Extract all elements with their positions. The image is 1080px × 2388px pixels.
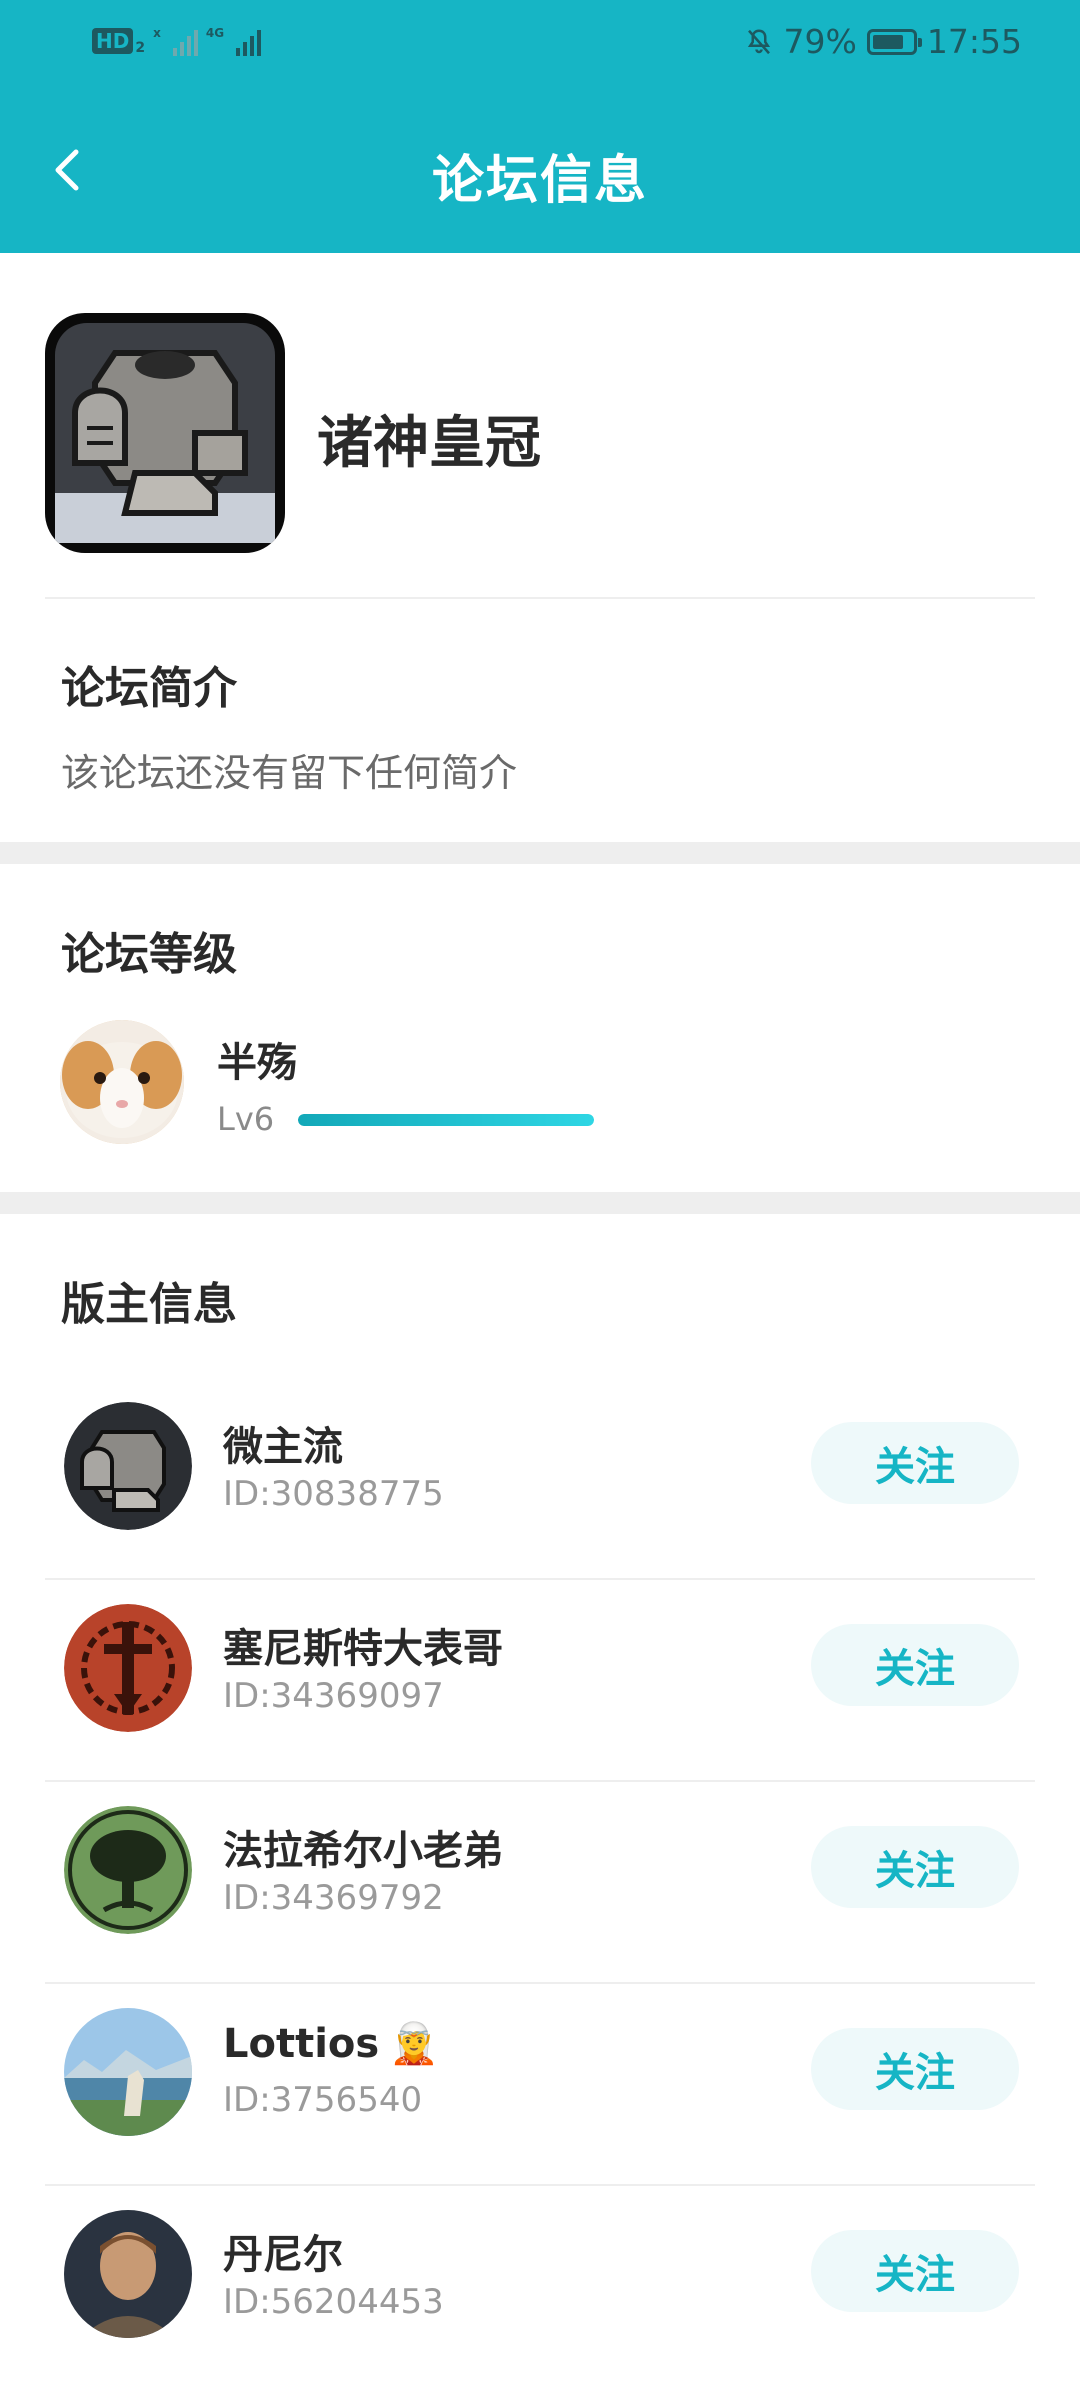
- page-title: 论坛信息: [431, 151, 648, 211]
- hd-badge: HD: [92, 28, 134, 54]
- forum-armor-icon: [45, 313, 285, 553]
- follow-button[interactable]: 关注: [811, 2028, 1019, 2110]
- status-bar: HD 2 x 4G 79% 17:55: [0, 18, 1080, 70]
- intro-title: 论坛简介: [61, 663, 237, 714]
- moderator-name: 丹尼尔: [223, 2222, 343, 2280]
- clock: 17:55: [926, 22, 1022, 61]
- moderator-id: ID:56204453: [223, 2282, 444, 2322]
- moderator-id: ID:30838775: [223, 1474, 444, 1514]
- level-progress-bar: [298, 1114, 594, 1126]
- section-separator: [0, 1192, 1080, 1214]
- moderator-name: Lottios 🧝: [223, 2020, 440, 2068]
- follow-button[interactable]: 关注: [811, 1624, 1019, 1706]
- moderator-id: ID:34369792: [223, 1878, 444, 1918]
- follow-button[interactable]: 关注: [811, 1422, 1019, 1504]
- level-user-name: 半殇: [217, 1040, 297, 1086]
- tree-emblem-avatar: [64, 1806, 192, 1934]
- level-progress-fill: [298, 1114, 594, 1126]
- hd-sub-label: 2: [135, 40, 146, 56]
- moderator-row: 丹尼尔 ID:56204453 关注: [0, 2186, 1080, 2388]
- divider: [45, 597, 1035, 599]
- elf-emoji-icon: 🧝: [389, 2021, 440, 2067]
- guinea-pig-avatar: [60, 1020, 184, 1144]
- portrait-avatar: [64, 2210, 192, 2338]
- moderators-title: 版主信息: [61, 1279, 237, 1330]
- red-emblem-avatar: [64, 1604, 192, 1732]
- moderator-name: 微主流: [223, 1414, 343, 1472]
- navbar: 论坛信息: [0, 120, 1080, 220]
- level-title: 论坛等级: [61, 929, 237, 980]
- moderator-row: 法拉希尔小老弟 ID:34369792 关注: [0, 1782, 1080, 1984]
- moderator-id: ID:3756540: [223, 2080, 423, 2120]
- moderator-name-text: 塞尼斯特大表哥: [223, 1626, 503, 1672]
- forum-name: 诸神皇冠: [317, 411, 541, 476]
- moderator-name-text: Lottios: [223, 2020, 380, 2067]
- landscape-avatar: [64, 2008, 192, 2136]
- moderator-name: 塞尼斯特大表哥: [223, 1616, 503, 1674]
- moderator-name-text: 法拉希尔小老弟: [223, 1828, 503, 1874]
- header: HD 2 x 4G 79% 17:55 论坛信息: [0, 0, 1080, 253]
- moderator-name-text: 丹尼尔: [223, 2232, 343, 2278]
- status-right: 79% 17:55: [744, 22, 1022, 61]
- moderator-name-text: 微主流: [223, 1424, 343, 1470]
- battery-percent: 79%: [783, 22, 857, 61]
- signal2-tag: 4G: [205, 26, 225, 40]
- moderator-row: Lottios 🧝 ID:3756540 关注: [0, 1984, 1080, 2186]
- moderator-row: 塞尼斯特大表哥 ID:34369097 关注: [0, 1580, 1080, 1782]
- moderator-id: ID:34369097: [223, 1676, 444, 1716]
- signal1-tag: x: [153, 26, 161, 40]
- status-left: HD 2 x 4G: [92, 26, 262, 56]
- forum-header: 诸神皇冠: [0, 253, 1080, 598]
- armor-avatar: [64, 1402, 192, 1530]
- bell-muted-icon: [747, 28, 770, 54]
- moderator-name: 法拉希尔小老弟: [223, 1818, 503, 1876]
- battery-fill: [872, 34, 903, 49]
- moderator-row: 微主流 ID:30838775 关注: [0, 1378, 1080, 1580]
- signal-icon-1: [172, 26, 198, 56]
- follow-button[interactable]: 关注: [811, 1826, 1019, 1908]
- intro-text: 该论坛还没有留下任何简介: [61, 751, 518, 795]
- level-label: Lv6: [217, 1100, 275, 1138]
- follow-button[interactable]: 关注: [811, 2230, 1019, 2312]
- signal-icon-2: [236, 26, 262, 56]
- battery-icon: [866, 28, 922, 55]
- section-separator: [0, 842, 1080, 864]
